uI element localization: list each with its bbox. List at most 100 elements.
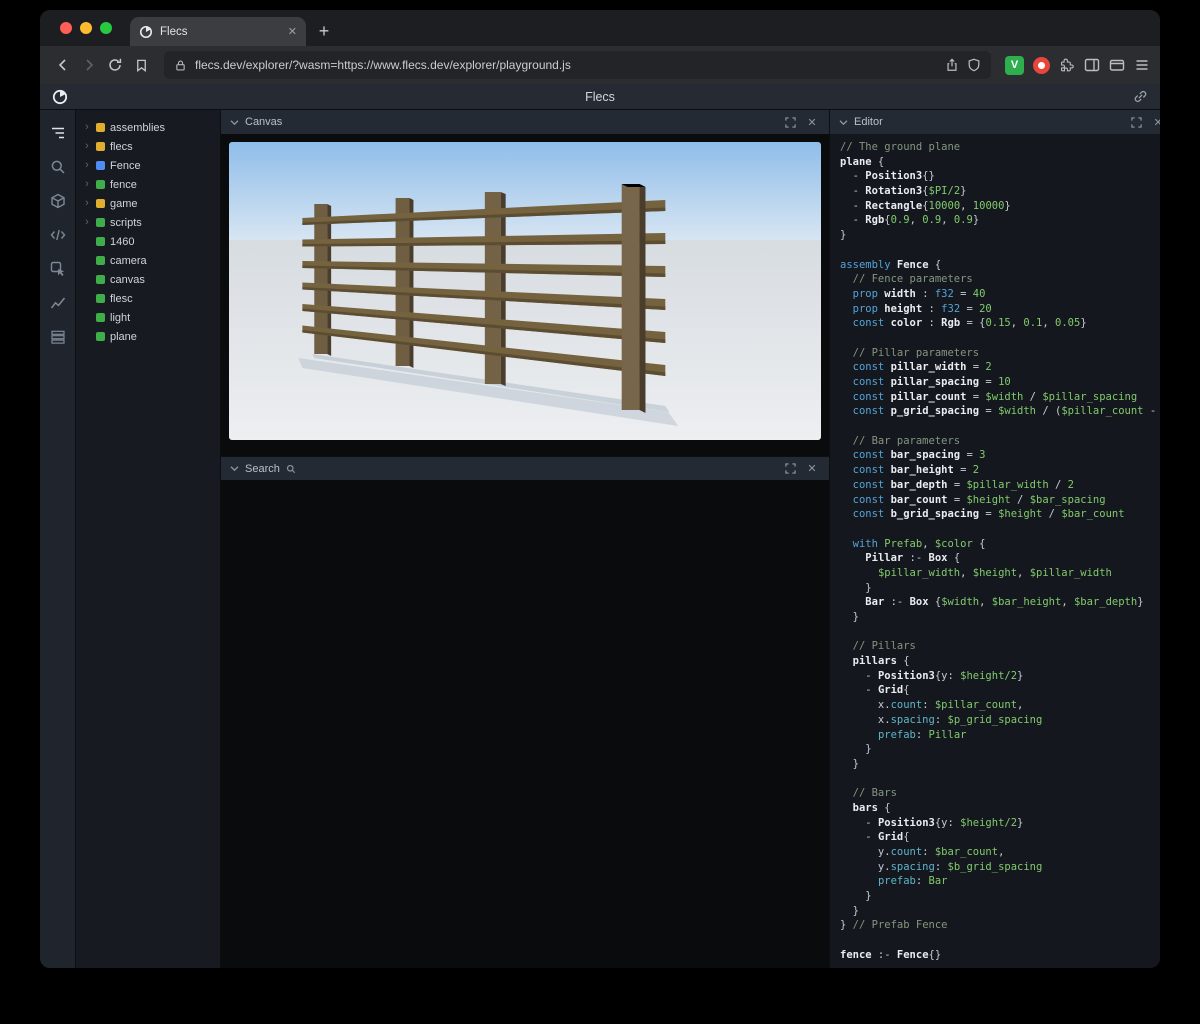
search-close-button[interactable]: ✕ [804, 461, 820, 477]
code-line: - Position3{y: $height/2} [840, 816, 1160, 831]
rail-stats-button[interactable] [46, 291, 70, 315]
tab-close-button[interactable]: ✕ [288, 25, 297, 38]
expand-arrow-icon[interactable]: › [83, 179, 91, 190]
expand-arrow-icon[interactable]: › [83, 160, 91, 171]
tree-item-flecs[interactable]: ›flecs [76, 137, 220, 156]
search-results-area [221, 480, 829, 968]
shield-icon [967, 58, 981, 72]
tree-item-flesc[interactable]: flesc [76, 289, 220, 308]
chevron-down-icon[interactable] [230, 465, 239, 472]
tree-item-canvas[interactable]: canvas [76, 270, 220, 289]
rail-entities-button[interactable] [46, 189, 70, 213]
rail-inspect-button[interactable] [46, 257, 70, 281]
extension-record-button[interactable] [1033, 57, 1050, 74]
search-panel-header: Search ✕ [221, 456, 829, 480]
tree-item-fence[interactable]: ›fence [76, 175, 220, 194]
reload-button[interactable] [102, 52, 128, 78]
rail-tree-button[interactable] [46, 121, 70, 145]
menu-button[interactable] [1134, 57, 1150, 73]
fullscreen-icon [785, 463, 796, 474]
entity-color-icon [96, 161, 105, 170]
entity-color-icon [96, 142, 105, 151]
code-line: - Position3{y: $height/2} [840, 669, 1160, 684]
sidebar-toggle-button[interactable] [1084, 57, 1100, 73]
code-line: const pillar_spacing = 10 [840, 375, 1160, 390]
expand-arrow-icon[interactable]: › [83, 141, 91, 152]
expand-arrow-icon[interactable]: › [83, 122, 91, 133]
entity-label: flesc [110, 293, 133, 305]
extension-v-button[interactable]: V [1005, 56, 1024, 75]
window-zoom-button[interactable] [100, 22, 112, 34]
forward-arrow-icon [81, 57, 97, 73]
tree-item-light[interactable]: light [76, 308, 220, 327]
traffic-lights [40, 22, 130, 34]
code-line [840, 625, 1160, 640]
code-line: } // Prefab Fence [840, 918, 1160, 933]
code-editor[interactable]: // The ground planeplane { - Position3{}… [830, 134, 1160, 968]
entity-label: camera [110, 255, 147, 267]
canvas-fullscreen-button[interactable] [782, 114, 798, 130]
center-column: Canvas ✕ [221, 110, 830, 968]
code-line: prefab: Bar [840, 874, 1160, 889]
entity-label: assemblies [110, 122, 165, 134]
chevron-down-icon[interactable] [230, 119, 239, 126]
extensions-button[interactable] [1059, 57, 1075, 73]
window-close-button[interactable] [60, 22, 72, 34]
expand-arrow-icon[interactable]: › [83, 217, 91, 228]
code-line: y.spacing: $b_grid_spacing [840, 860, 1160, 875]
entity-label: canvas [110, 274, 145, 286]
chart-icon [50, 295, 66, 311]
entity-color-icon [96, 313, 105, 322]
editor-panel: Editor ✕ // The ground planeplane { - Po… [830, 110, 1160, 968]
tree-item-assemblies[interactable]: › assemblies [76, 118, 220, 137]
editor-panel-header: Editor ✕ [830, 110, 1160, 134]
code-line: const bar_height = 2 [840, 463, 1160, 478]
entity-label: 1460 [110, 236, 134, 248]
sidebar-icon [1084, 57, 1100, 73]
tree-item-Fence[interactable]: › Fence [76, 156, 220, 175]
browser-window: Flecs ✕ + flecs.dev/explorer/?wasm=https… [40, 10, 1160, 968]
url-bar[interactable]: flecs.dev/explorer/?wasm=https://www.fle… [164, 51, 991, 79]
code-line: // Fence parameters [840, 272, 1160, 287]
forward-button[interactable] [76, 52, 102, 78]
code-line: fence :- Fence{} [840, 948, 1160, 963]
wallet-button[interactable] [1109, 57, 1125, 73]
chevron-down-icon[interactable] [839, 119, 848, 126]
bookmark-button[interactable] [128, 52, 154, 78]
search-icon [286, 464, 296, 474]
code-line: Bar :- Box {$width, $bar_height, $bar_de… [840, 595, 1160, 610]
tree-item-game[interactable]: ›game [76, 194, 220, 213]
editor-close-button[interactable]: ✕ [1150, 114, 1160, 130]
code-line: const bar_spacing = 3 [840, 448, 1160, 463]
shield-button[interactable] [967, 58, 981, 72]
editor-fullscreen-button[interactable] [1128, 114, 1144, 130]
rail-memory-button[interactable] [46, 325, 70, 349]
code-line: assembly Fence { [840, 258, 1160, 273]
canvas-panel-header: Canvas ✕ [221, 110, 829, 134]
fullscreen-icon [785, 117, 796, 128]
expand-arrow-icon[interactable]: › [83, 198, 91, 209]
tree-item-camera[interactable]: camera [76, 251, 220, 270]
tree-item-1460[interactable]: 1460 [76, 232, 220, 251]
new-tab-button[interactable]: + [310, 17, 338, 45]
share-icon [945, 58, 959, 72]
code-icon [50, 227, 66, 243]
tree-item-scripts[interactable]: ›scripts [76, 213, 220, 232]
browser-tab[interactable]: Flecs ✕ [130, 17, 306, 46]
share-button[interactable] [945, 58, 959, 72]
entity-label: Fence [110, 160, 141, 172]
3d-viewport[interactable] [229, 142, 821, 440]
code-line: } [840, 742, 1160, 757]
fullscreen-icon [1131, 117, 1142, 128]
window-minimize-button[interactable] [80, 22, 92, 34]
rail-search-button[interactable] [46, 155, 70, 179]
tab-title: Flecs [160, 26, 281, 38]
back-button[interactable] [50, 52, 76, 78]
code-line: } [840, 581, 1160, 596]
tree-item-plane[interactable]: plane [76, 327, 220, 346]
search-fullscreen-button[interactable] [782, 461, 798, 477]
code-line: Pillar :- Box { [840, 551, 1160, 566]
canvas-close-button[interactable]: ✕ [804, 114, 820, 130]
permalink-button[interactable] [1133, 89, 1148, 104]
rail-script-button[interactable] [46, 223, 70, 247]
